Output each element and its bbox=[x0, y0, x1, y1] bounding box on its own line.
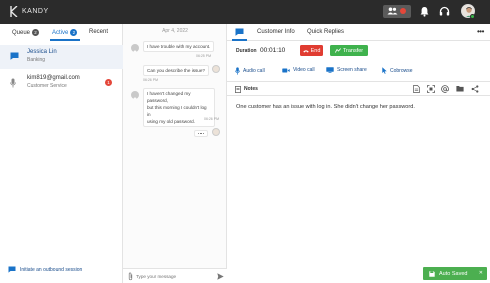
screen-share-button[interactable]: Screen share bbox=[326, 67, 367, 73]
end-label: End bbox=[310, 47, 321, 54]
chat-icon bbox=[10, 52, 19, 60]
outbound-label: Initiate an outbound session bbox=[20, 266, 83, 273]
conversation-detail-panel: Customer Info Quick Replies ••• Duration… bbox=[227, 24, 490, 283]
folder-icon[interactable] bbox=[456, 85, 464, 92]
audio-call-label: Audio call bbox=[243, 68, 265, 74]
transfer-label: Transfer bbox=[342, 47, 364, 54]
kandy-logo-icon bbox=[10, 6, 18, 17]
notes-label: Notes bbox=[244, 86, 258, 92]
users-icon bbox=[387, 7, 398, 15]
queue-status-button[interactable] bbox=[383, 5, 411, 18]
message-text-line: but this morning I couldn't log in bbox=[147, 105, 207, 117]
active-tab-indicator bbox=[50, 39, 80, 41]
end-call-button[interactable]: End bbox=[300, 45, 323, 56]
message-composer bbox=[123, 268, 227, 283]
phone-hangup-icon bbox=[302, 49, 309, 53]
message-text: Can you describe the issue? bbox=[147, 68, 205, 73]
person-icon bbox=[133, 97, 137, 99]
customer-avatar bbox=[131, 91, 139, 99]
unread-badge: 1 bbox=[105, 79, 112, 86]
conversation-subtitle: Banking bbox=[27, 57, 46, 63]
save-icon bbox=[429, 270, 435, 277]
microphone-icon bbox=[10, 78, 16, 88]
attachment-icon[interactable] bbox=[128, 272, 133, 281]
tab-queue-label: Queue bbox=[12, 29, 31, 36]
tab-conversation-icon[interactable] bbox=[235, 28, 244, 36]
tab-active[interactable]: Active 2 bbox=[52, 29, 78, 36]
tab-recent-label: Recent bbox=[89, 29, 109, 35]
bell-icon[interactable] bbox=[420, 6, 429, 17]
agent-avatar-icon bbox=[213, 134, 220, 136]
message-timestamp: 06:25 PM bbox=[196, 54, 211, 58]
notes-content[interactable]: One customer has an issue with log in. S… bbox=[236, 104, 415, 110]
detail-tabs: Customer Info Quick Replies ••• bbox=[227, 24, 490, 41]
chat-panel: Apr 4, 2022 I have trouble with my accou… bbox=[123, 24, 227, 283]
message-text-line: using my old password. bbox=[147, 119, 196, 124]
conversation-item-kim819[interactable]: kim819@gmail.com Customer Service 1 bbox=[0, 71, 123, 95]
tab-customer-info[interactable]: Customer Info bbox=[257, 29, 295, 35]
outbound-chat-icon bbox=[8, 266, 16, 273]
screen-share-icon bbox=[326, 67, 334, 73]
headset-icon[interactable] bbox=[439, 6, 450, 17]
message-text-line: I haven't changed my password, bbox=[147, 91, 191, 103]
transfer-icon bbox=[334, 48, 341, 53]
message-bubble: I have trouble with my account. bbox=[143, 41, 215, 52]
auto-saved-toast: Auto Saved ✕ bbox=[423, 267, 487, 280]
person-icon bbox=[133, 50, 137, 52]
tab-queue[interactable]: Queue 2 bbox=[12, 29, 40, 36]
message-input[interactable] bbox=[136, 272, 214, 281]
mention-icon[interactable] bbox=[441, 85, 449, 93]
video-call-label: Video call bbox=[293, 67, 315, 73]
cobrowse-button[interactable]: Cobrowse bbox=[382, 67, 413, 74]
conversation-tabs: Queue 2 Active 2 Recent bbox=[0, 24, 123, 42]
agent-avatar bbox=[212, 65, 220, 73]
conversation-subtitle: Customer Service bbox=[27, 83, 67, 89]
close-icon[interactable]: ✕ bbox=[479, 270, 483, 276]
send-icon[interactable] bbox=[217, 273, 224, 280]
message-timestamp: 06:26 PM bbox=[204, 117, 219, 121]
message-text: I have trouble with my account. bbox=[147, 44, 211, 49]
auto-saved-label: Auto Saved bbox=[439, 270, 468, 277]
message-bubble: Can you describe the issue? bbox=[143, 65, 209, 76]
audio-call-button[interactable]: Audio call bbox=[235, 67, 265, 75]
duration-value: 00:01:10 bbox=[260, 47, 286, 54]
more-options-icon[interactable]: ••• bbox=[477, 27, 484, 36]
tab-active-label: Active bbox=[52, 29, 69, 36]
tab-active-count: 2 bbox=[70, 29, 78, 36]
tab-recent[interactable]: Recent bbox=[89, 29, 108, 35]
typing-indicator bbox=[194, 130, 208, 137]
queue-alert-badge bbox=[400, 8, 406, 14]
microphone-icon bbox=[235, 67, 240, 75]
video-call-button[interactable]: Video call bbox=[282, 67, 315, 73]
notes-icon bbox=[235, 86, 241, 93]
conversation-name: Jessica Lin bbox=[27, 49, 57, 55]
agent-avatar-icon bbox=[213, 71, 220, 73]
conversation-item-jessica-lin[interactable]: Jessica Lin Banking bbox=[0, 45, 123, 69]
screen-share-label: Screen share bbox=[337, 67, 367, 73]
conversation-name: kim819@gmail.com bbox=[27, 75, 80, 81]
message-timestamp: 06:26 PM bbox=[143, 78, 158, 82]
share-icon[interactable] bbox=[471, 85, 479, 93]
message-bubble: I haven't changed my password, but this … bbox=[143, 88, 215, 127]
transfer-button[interactable]: Transfer bbox=[330, 45, 368, 56]
duration-label: Duration bbox=[236, 48, 257, 54]
video-icon bbox=[282, 68, 290, 72]
app-title: KANDY bbox=[22, 8, 49, 15]
document-icon[interactable] bbox=[413, 85, 420, 93]
chat-date: Apr 4, 2022 bbox=[162, 28, 188, 34]
presence-indicator bbox=[470, 14, 475, 19]
tab-quick-replies[interactable]: Quick Replies bbox=[307, 29, 344, 35]
conversation-list-panel: Queue 2 Active 2 Recent Jessica Lin Bank… bbox=[0, 24, 123, 283]
active-tab-indicator bbox=[232, 39, 247, 41]
notes-toolbar: Notes bbox=[227, 81, 490, 96]
cobrowse-label: Cobrowse bbox=[390, 67, 413, 74]
top-bar: KANDY bbox=[0, 0, 490, 24]
initiate-outbound-link[interactable]: Initiate an outbound session bbox=[8, 266, 82, 273]
tab-queue-count: 2 bbox=[32, 29, 40, 36]
customer-avatar bbox=[131, 44, 139, 52]
app-logo: KANDY bbox=[10, 6, 49, 17]
screenshot-icon[interactable] bbox=[427, 85, 435, 93]
cursor-icon bbox=[382, 67, 387, 74]
agent-avatar bbox=[212, 128, 220, 136]
